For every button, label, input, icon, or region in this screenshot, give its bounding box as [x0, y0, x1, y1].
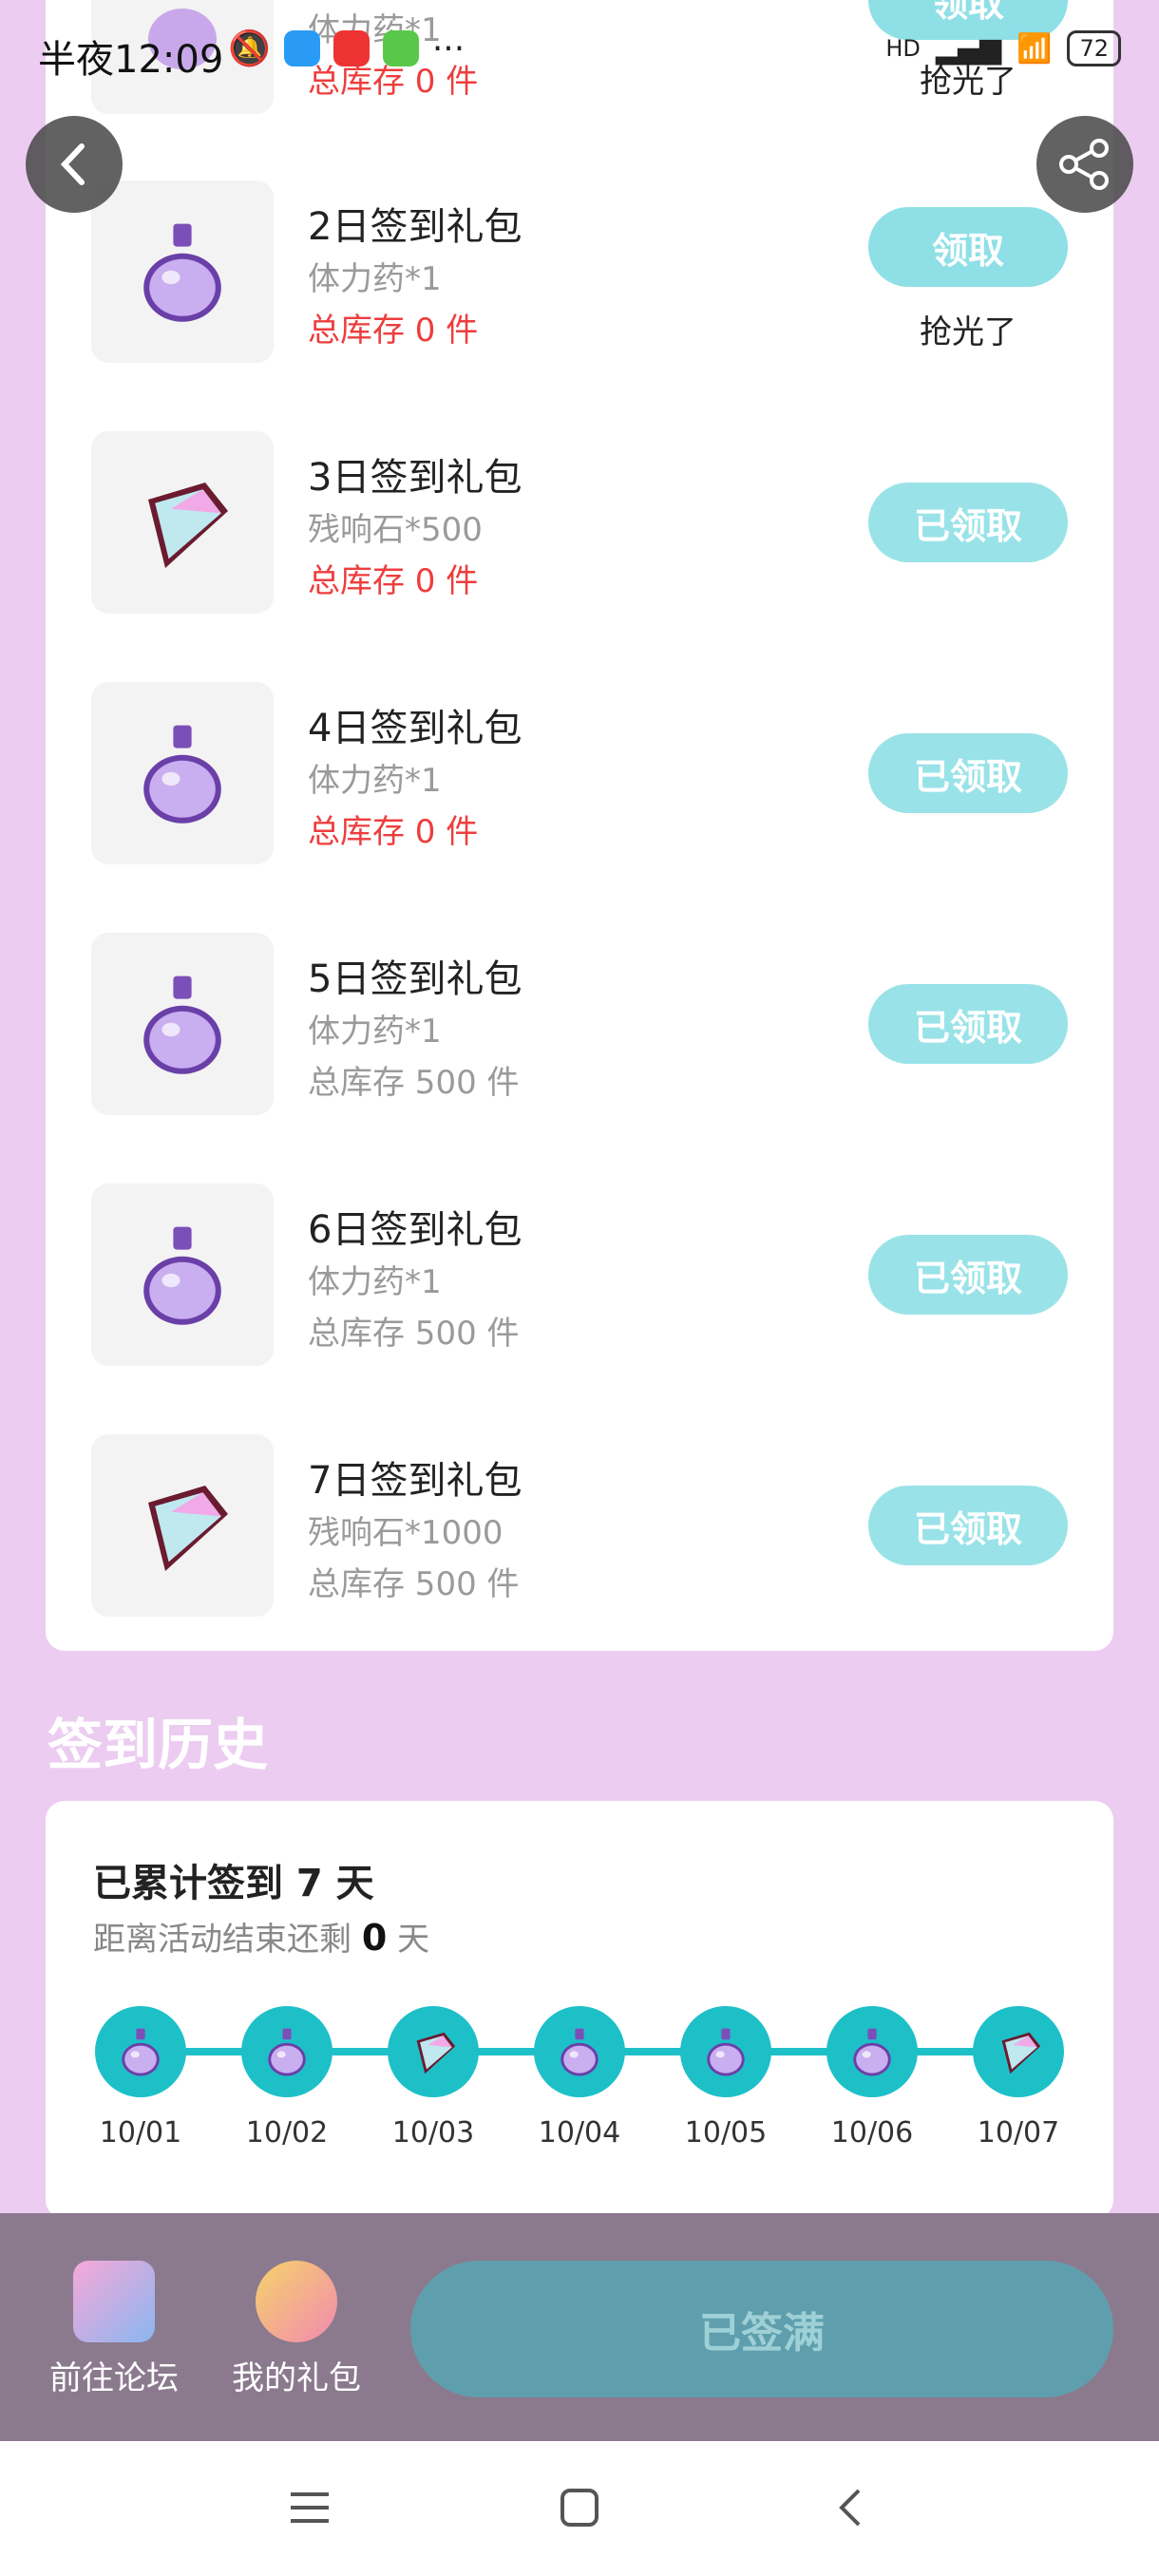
timeline-node [680, 2006, 771, 2097]
status-right: HD ▂▄▆ 📶 72 [885, 30, 1121, 66]
crystal-icon [1001, 2032, 1041, 2074]
gift-thumbnail [91, 682, 274, 864]
gift-title: 3日签到礼包 [308, 456, 522, 500]
status-bar: 半夜12:09 🔕 ··· HD ▂▄▆ 📶 72 [0, 0, 1159, 104]
potion-icon [560, 2028, 598, 2076]
battery-indicator: 72 [1067, 30, 1121, 66]
signal-icon: ▂▄▆ [935, 31, 1002, 66]
timeline-node [388, 2006, 479, 2097]
wifi-icon: 📶 [1016, 31, 1053, 66]
share-icon [1059, 139, 1109, 190]
potion-icon [122, 2028, 160, 2076]
gift-subtitle: 体力药*1 [308, 762, 442, 800]
gift-avatar-icon [256, 2261, 337, 2342]
checkin-count: 已累计签到 7 天 [93, 1862, 374, 1905]
network-label: HD [885, 35, 921, 62]
forum-label: 前往论坛 [49, 2359, 179, 2397]
my-gifts-link[interactable]: 我的礼包 [201, 2261, 391, 2398]
claimed-button[interactable]: 已领取 [868, 1486, 1068, 1565]
gift-thumbnail [91, 180, 274, 363]
menu-icon[interactable] [281, 2479, 338, 2536]
timeline-node [973, 2006, 1064, 2097]
remain-value: 0 [361, 1917, 388, 1959]
download-icon [382, 30, 419, 66]
mute-icon: 🔕 [228, 29, 271, 68]
history-title: 签到历史 [48, 1713, 269, 1777]
timeline-date: 10/07 [977, 2116, 1060, 2150]
timeline-date: 10/05 [684, 2116, 768, 2150]
back-nav-icon[interactable] [823, 2479, 880, 2536]
gift-title: 7日签到礼包 [308, 1459, 522, 1503]
crystal-icon [416, 2032, 456, 2074]
gift-subtitle: 体力药*1 [308, 1263, 442, 1301]
crystal-icon [148, 483, 228, 568]
days-remaining: 距离活动结束还剩 0 天 [93, 1913, 429, 1960]
potion-icon [707, 2028, 745, 2076]
timeline-date: 10/01 [99, 2116, 182, 2150]
app-icon-blue [283, 30, 320, 66]
gift-title: 2日签到礼包 [308, 205, 522, 249]
potion-icon [268, 2028, 306, 2076]
gift-title: 6日签到礼包 [308, 1208, 522, 1252]
gift-subtitle: 体力药*1 [308, 1013, 442, 1051]
more-icon: ··· [431, 28, 466, 68]
share-button[interactable] [1036, 116, 1133, 213]
claimed-button[interactable]: 已领取 [868, 984, 1068, 1064]
gift-thumbnail [91, 933, 274, 1115]
timeline-node [826, 2006, 918, 2097]
status-time: 半夜12:09 [38, 38, 224, 82]
gift-title: 4日签到礼包 [308, 707, 522, 750]
potion-icon [143, 725, 221, 824]
gift-subtitle: 体力药*1 [308, 260, 442, 298]
gift-subtitle: 残响石*500 [308, 511, 483, 549]
my-gifts-label: 我的礼包 [232, 2359, 361, 2397]
potion-icon [143, 223, 221, 322]
claim-button[interactable]: 领取 [868, 207, 1068, 287]
timeline-node [241, 2006, 332, 2097]
forum-link[interactable]: 前往论坛 [19, 2261, 209, 2398]
gift-thumbnail [91, 431, 274, 614]
app-icon-red [332, 30, 370, 66]
gift-title: 5日签到礼包 [308, 957, 522, 1001]
timeline-node [534, 2006, 625, 2097]
gift-stock: 总库存 500 件 [308, 1565, 520, 1603]
crystal-icon [148, 1486, 228, 1571]
claimed-button[interactable]: 已领取 [868, 733, 1068, 813]
gift-stock: 总库存 0 件 [308, 813, 479, 851]
remain-suffix: 天 [397, 1921, 430, 1959]
system-nav-bar [0, 2441, 1159, 2576]
gift-stock: 总库存 500 件 [308, 1315, 520, 1353]
remain-prefix: 距离活动结束还剩 [93, 1921, 352, 1959]
chevron-left-icon [60, 143, 85, 185]
potion-icon [853, 2028, 891, 2076]
gift-stock: 总库存 500 件 [308, 1064, 520, 1102]
gift-stock: 总库存 0 件 [308, 312, 479, 350]
timeline-date: 10/04 [538, 2116, 621, 2150]
gift-thumbnail [91, 1184, 274, 1366]
potion-icon [143, 975, 221, 1074]
claimed-button[interactable]: 已领取 [868, 1235, 1068, 1315]
timeline-date: 10/02 [245, 2116, 329, 2150]
timeline-date: 10/03 [391, 2116, 475, 2150]
timeline-node [95, 2006, 186, 2097]
back-button[interactable] [26, 116, 123, 213]
signed-full-button[interactable]: 已签满 [410, 2261, 1113, 2397]
gift-thumbnail [91, 1434, 274, 1617]
notification-icons: 🔕 ··· [228, 28, 466, 69]
sold-out-note: 抢光了 [920, 313, 1016, 351]
timeline-date: 10/06 [830, 2116, 914, 2150]
gift-stock: 总库存 0 件 [308, 562, 479, 600]
gift-subtitle: 残响石*1000 [308, 1514, 504, 1552]
potion-icon [143, 1226, 221, 1325]
forum-avatar-icon [73, 2261, 155, 2342]
claimed-button[interactable]: 已领取 [868, 483, 1068, 562]
home-icon[interactable] [551, 2479, 608, 2536]
